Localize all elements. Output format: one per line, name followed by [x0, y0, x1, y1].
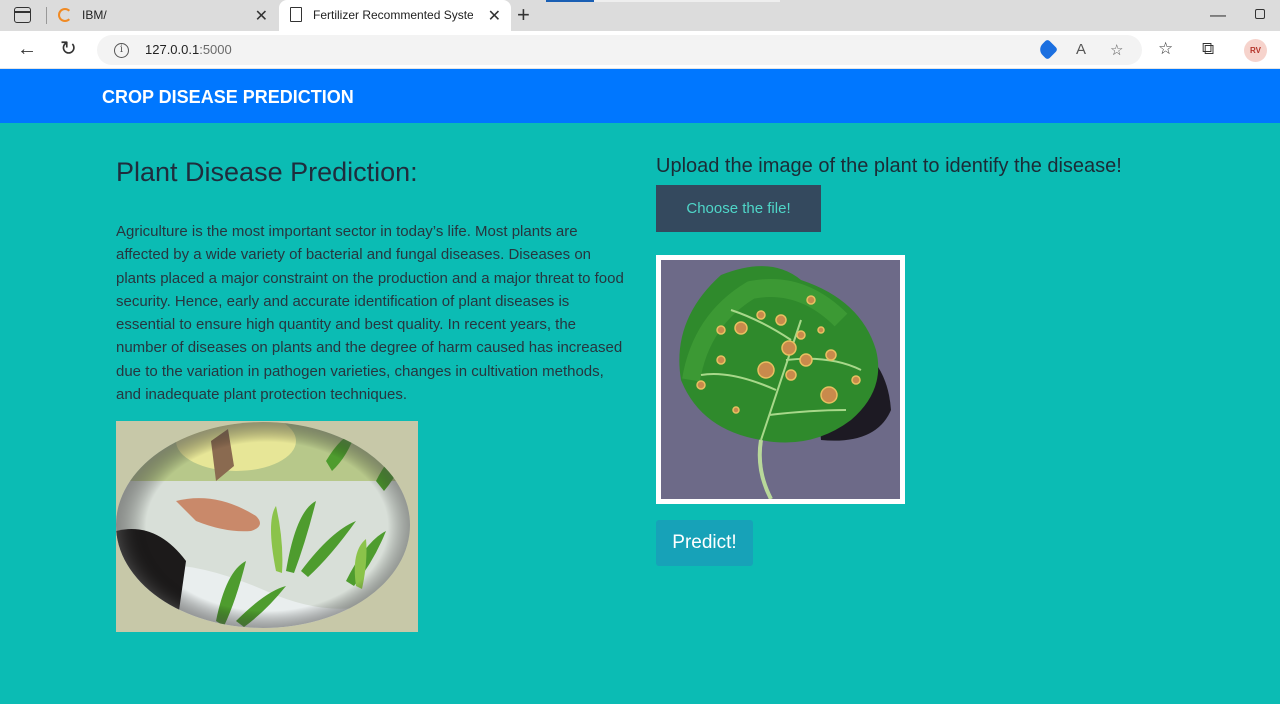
- tab-preview-accent: [546, 0, 594, 2]
- tab-title: IBM/: [82, 8, 107, 22]
- shopping-tag-icon[interactable]: [1036, 38, 1059, 61]
- close-icon[interactable]: ✕: [488, 6, 501, 26]
- farming-hands-image: [116, 421, 418, 632]
- favorites-icon[interactable]: ☆: [1158, 39, 1173, 59]
- close-icon[interactable]: ✕: [255, 6, 268, 26]
- profile-avatar[interactable]: RV: [1244, 39, 1267, 62]
- tab-preview-bar: [594, 0, 780, 2]
- leaf-photo: [661, 260, 900, 499]
- new-tab-icon[interactable]: +: [517, 2, 530, 28]
- navbar-brand[interactable]: CROP DISEASE PREDICTION: [102, 87, 354, 108]
- tab-actions-icon[interactable]: [14, 7, 31, 23]
- address-bar[interactable]: i 127.0.0.1:5000 A ☆: [97, 35, 1142, 65]
- url-host: 127.0.0.1: [145, 42, 200, 57]
- tab-ibm[interactable]: IBM/ ✕: [48, 0, 278, 31]
- back-arrow-icon[interactable]: ←: [17, 38, 37, 60]
- upload-label: Upload the image of the plant to identif…: [656, 155, 1122, 177]
- tab-separator: [46, 7, 47, 24]
- site-navbar: CROP DISEASE PREDICTION: [0, 69, 1280, 123]
- tab-title: Fertilizer Recommented System a: [313, 8, 473, 22]
- browser-toolbar: ← ↻ i 127.0.0.1:5000 A ☆ ☆ ⧉ RV: [0, 31, 1280, 69]
- info-icon[interactable]: i: [114, 43, 129, 58]
- predict-button[interactable]: Predict!: [656, 520, 753, 566]
- diseased-leaf-illustration: [661, 260, 900, 499]
- document-icon: [290, 7, 302, 22]
- browser-tab-bar: IBM/ ✕ Fertilizer Recommented System a ✕…: [0, 0, 1280, 31]
- url-text: 127.0.0.1:5000: [145, 42, 232, 57]
- description-text: Agriculture is the most important sector…: [116, 223, 624, 404]
- page-title: Plant Disease Prediction:: [116, 157, 418, 187]
- collections-icon[interactable]: ⧉: [1202, 39, 1214, 59]
- choose-file-button[interactable]: Choose the file!: [656, 185, 821, 232]
- minimize-icon[interactable]: —: [1210, 7, 1226, 25]
- read-aloud-icon[interactable]: A: [1076, 41, 1086, 58]
- farming-illustration: [116, 421, 418, 632]
- restore-icon[interactable]: [1255, 9, 1265, 19]
- loading-icon: [58, 8, 72, 22]
- url-port: :5000: [199, 42, 232, 57]
- tab-fertilizer[interactable]: Fertilizer Recommented System a ✕: [279, 0, 511, 31]
- refresh-icon[interactable]: ↻: [60, 38, 77, 60]
- add-favorite-icon[interactable]: ☆: [1110, 41, 1123, 59]
- image-preview: [656, 255, 905, 504]
